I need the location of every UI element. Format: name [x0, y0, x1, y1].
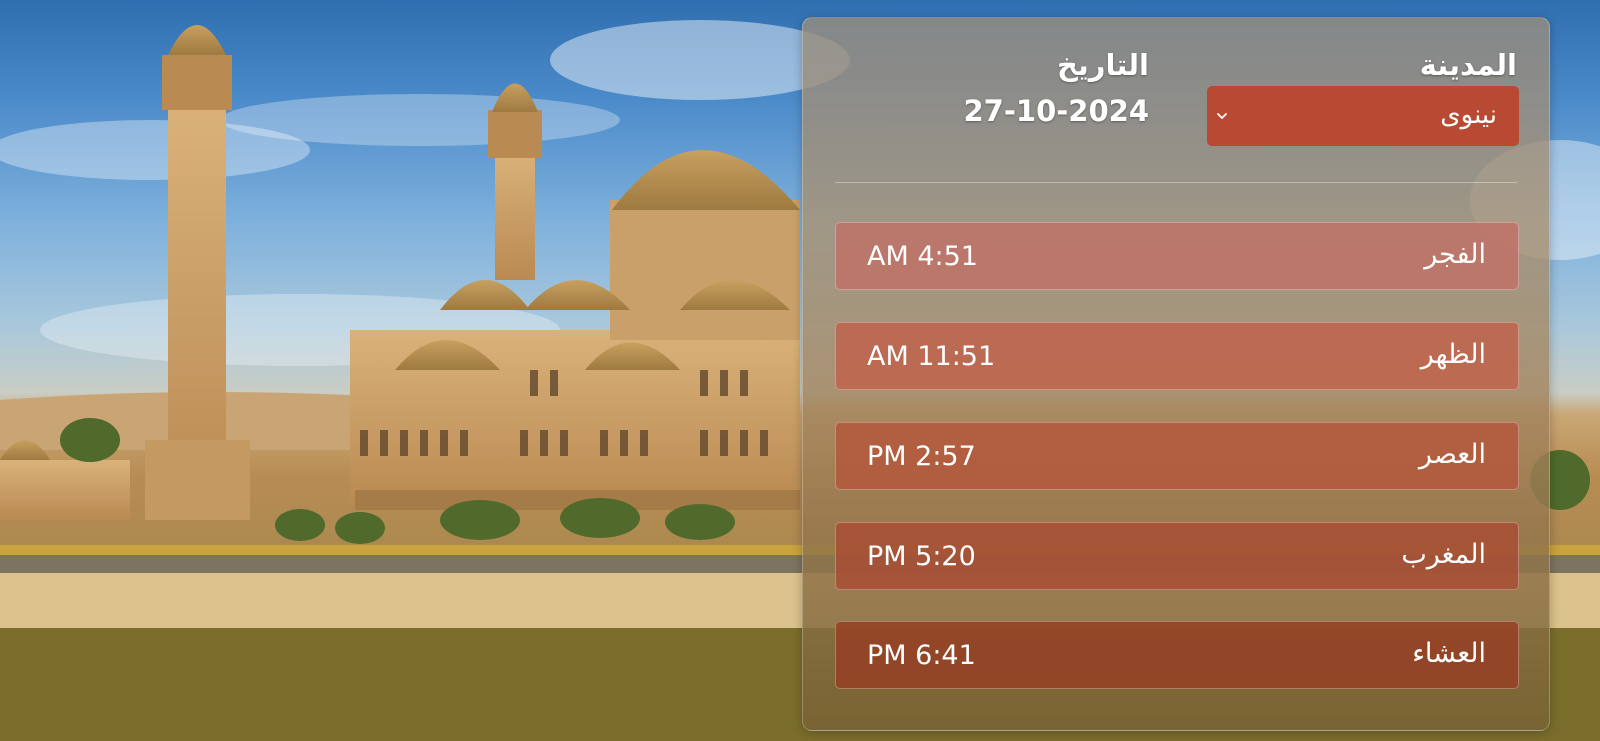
app-screen: المدينة التاريخ نينوى 27-10-2024 الفجر A…: [0, 0, 1600, 741]
prayer-name: الفجر: [1424, 239, 1486, 270]
city-label: المدينة: [1419, 48, 1517, 82]
prayer-time: AM 4:51: [867, 241, 978, 272]
city-select[interactable]: نينوى: [1207, 86, 1519, 146]
prayer-time: PM 2:57: [867, 441, 976, 472]
prayer-row-fajr: الفجر AM 4:51: [835, 222, 1519, 290]
prayer-row-isha: العشاء PM 6:41: [835, 621, 1519, 689]
prayer-name: العشاء: [1412, 638, 1486, 669]
date-value: 27-10-2024: [963, 94, 1150, 128]
prayer-name: العصر: [1418, 439, 1486, 470]
prayer-row-maghrib: المغرب PM 5:20: [835, 522, 1519, 590]
city-select-value: نينوى: [1440, 100, 1497, 130]
chevron-down-icon: [1217, 113, 1227, 119]
prayer-name: المغرب: [1401, 539, 1486, 570]
date-label: التاريخ: [1056, 48, 1149, 82]
prayer-row-dhuhr: الظهر AM 11:51: [835, 322, 1519, 390]
prayer-time: PM 6:41: [867, 640, 976, 671]
prayer-row-asr: العصر PM 2:57: [835, 422, 1519, 490]
prayer-time: PM 5:20: [867, 541, 976, 572]
prayer-name: الظهر: [1420, 339, 1486, 370]
prayer-times-panel: المدينة التاريخ نينوى 27-10-2024 الفجر A…: [802, 17, 1550, 731]
prayer-time: AM 11:51: [867, 341, 996, 372]
divider: [835, 182, 1517, 183]
